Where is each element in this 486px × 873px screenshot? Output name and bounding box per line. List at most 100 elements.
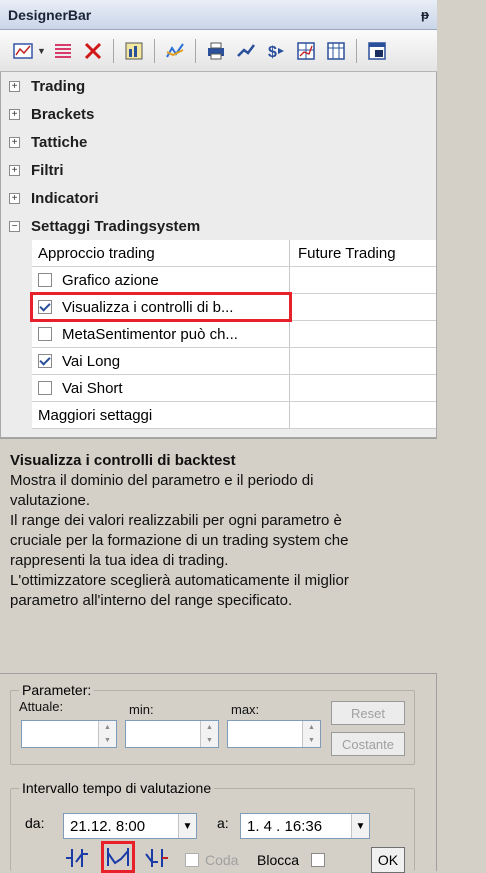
checkbox[interactable] — [38, 273, 52, 287]
up-arrow-icon[interactable]: ▲ — [99, 721, 116, 734]
from-combo[interactable]: 21.12. 8:00 ▼ — [63, 813, 197, 839]
category-label: Settaggi Tradingsystem — [31, 217, 201, 235]
property-name-cell: Vai Long — [32, 348, 290, 374]
interval-legend: Intervallo tempo di valutazione — [19, 780, 215, 796]
category-trading[interactable]: + Trading — [1, 72, 436, 100]
max-input[interactable] — [228, 721, 302, 747]
window-icon[interactable] — [364, 38, 390, 64]
property-value[interactable] — [290, 402, 436, 428]
actual-spinner[interactable]: ▲ ▼ — [21, 720, 117, 748]
chart-icon[interactable] — [10, 38, 36, 64]
checkbox-checked[interactable] — [38, 300, 52, 314]
expand-icon[interactable]: + — [9, 108, 20, 120]
min-label: min: — [129, 702, 154, 717]
toolbar-separator — [153, 38, 155, 63]
toolbar-separator — [194, 38, 196, 63]
parameter-legend: Parameter: — [19, 682, 95, 698]
property-name: Vai Long — [62, 352, 121, 370]
min-input[interactable] — [126, 721, 200, 747]
tail-checkbox[interactable] — [185, 853, 199, 867]
expand-icon[interactable]: + — [9, 136, 20, 148]
up-arrow-icon[interactable]: ▲ — [201, 721, 218, 734]
category-filtri[interactable]: + Filtri — [1, 156, 436, 184]
pin-icon[interactable]: ᵽ — [421, 7, 429, 22]
property-row-approccio-trading[interactable]: Approccio trading Future Trading — [32, 240, 436, 267]
checkbox-checked[interactable] — [38, 354, 52, 368]
property-value[interactable] — [290, 267, 436, 293]
category-label: Tattiche — [31, 133, 88, 151]
designer-bar-panel: DesignerBar ᵽ ▼ $ + Trading + Brackets +… — [0, 0, 437, 873]
down-arrow-icon[interactable]: ▼ — [99, 734, 116, 747]
interval-left-icon[interactable] — [61, 843, 93, 873]
to-value: 1. 4 . 16:36 — [247, 817, 323, 835]
list-icon[interactable] — [50, 38, 76, 64]
property-name: Grafico azione — [62, 271, 159, 289]
down-arrow-icon[interactable]: ▼ — [201, 734, 218, 747]
title-bar: DesignerBar ᵽ — [0, 0, 437, 30]
reset-button[interactable]: Reset — [331, 701, 405, 725]
down-arrow-icon[interactable]: ▼ — [303, 734, 320, 747]
from-value: 21.12. 8:00 — [70, 817, 146, 835]
printer-icon[interactable] — [203, 38, 229, 64]
property-name: Visualizza i controlli di b... — [62, 298, 234, 316]
actual-label: Attuale: — [19, 699, 64, 714]
expand-icon[interactable]: + — [9, 80, 20, 92]
interval-range-icon[interactable] — [101, 841, 135, 873]
expand-icon[interactable]: + — [9, 192, 20, 204]
chevron-down-icon[interactable]: ▼ — [351, 814, 369, 838]
category-settaggi-tradingsystem[interactable]: − Settaggi Tradingsystem — [1, 212, 436, 240]
category-brackets[interactable]: + Brackets — [1, 100, 436, 128]
expand-icon[interactable]: + — [9, 164, 20, 176]
window-title: DesignerBar — [8, 6, 92, 23]
property-row-vai-short[interactable]: Vai Short — [32, 375, 436, 402]
dropdown-arrow-icon[interactable]: ▼ — [37, 46, 46, 56]
from-label: da: — [25, 815, 45, 831]
toolbar-separator — [112, 38, 114, 63]
category-label: Indicatori — [31, 189, 99, 207]
to-combo[interactable]: 1. 4 . 16:36 ▼ — [240, 813, 370, 839]
property-name: MetaSentimentor può ch... — [62, 325, 238, 343]
trend-icon[interactable] — [233, 38, 259, 64]
category-label: Trading — [31, 77, 86, 95]
up-arrow-icon[interactable]: ▲ — [303, 721, 320, 734]
min-spinner[interactable]: ▲ ▼ — [125, 720, 219, 748]
interval-group: Intervallo tempo di valutazione da: 21.1… — [10, 780, 415, 873]
dollar-icon[interactable]: $ — [263, 38, 289, 64]
svg-text:$: $ — [268, 44, 277, 61]
property-name-cell: Grafico azione — [32, 267, 290, 293]
property-row-visualizza-controlli[interactable]: Visualizza i controlli di b... — [30, 292, 436, 322]
ok-button[interactable]: OK — [371, 847, 405, 873]
category-indicatori[interactable]: + Indicatori — [1, 184, 436, 212]
column-chart-icon[interactable] — [121, 38, 147, 64]
toolbar: ▼ $ — [0, 30, 437, 72]
checkbox[interactable] — [38, 381, 52, 395]
property-value[interactable]: Future Trading — [290, 240, 436, 266]
property-name-cell: Vai Short — [32, 375, 290, 401]
collapse-icon[interactable]: − — [9, 220, 20, 232]
parameter-group: Parameter: Attuale: min: max: ▲ ▼ ▲ ▼ ▲ ▼ R… — [10, 682, 415, 765]
constant-button[interactable]: Costante — [331, 732, 405, 756]
property-row-maggiori-settaggi[interactable]: Maggiori settaggi — [32, 402, 436, 429]
category-tattiche[interactable]: + Tattiche — [1, 128, 436, 156]
property-row-grafico-azione[interactable]: Grafico azione — [32, 267, 436, 294]
actual-input[interactable] — [22, 721, 98, 747]
property-row-metasentimentor[interactable]: MetaSentimentor può ch... — [32, 321, 436, 348]
property-value[interactable] — [290, 348, 436, 374]
property-name: Maggiori settaggi — [32, 402, 290, 428]
max-spinner[interactable]: ▲ ▼ — [227, 720, 321, 748]
category-label: Brackets — [31, 105, 95, 123]
line-chart-icon[interactable] — [162, 38, 188, 64]
delete-icon[interactable] — [80, 38, 106, 64]
property-name: Vai Short — [62, 379, 123, 397]
table-icon[interactable] — [323, 38, 349, 64]
property-value[interactable] — [290, 294, 436, 320]
checkbox[interactable] — [38, 327, 52, 341]
property-value[interactable] — [290, 321, 436, 347]
interval-right-icon[interactable] — [141, 843, 173, 873]
chevron-down-icon[interactable]: ▼ — [178, 814, 196, 838]
block-checkbox[interactable] — [311, 853, 325, 867]
property-name-cell: MetaSentimentor può ch... — [32, 321, 290, 347]
property-value[interactable] — [290, 375, 436, 401]
grid-chart-icon[interactable] — [293, 38, 319, 64]
property-row-vai-long[interactable]: Vai Long — [32, 348, 436, 375]
